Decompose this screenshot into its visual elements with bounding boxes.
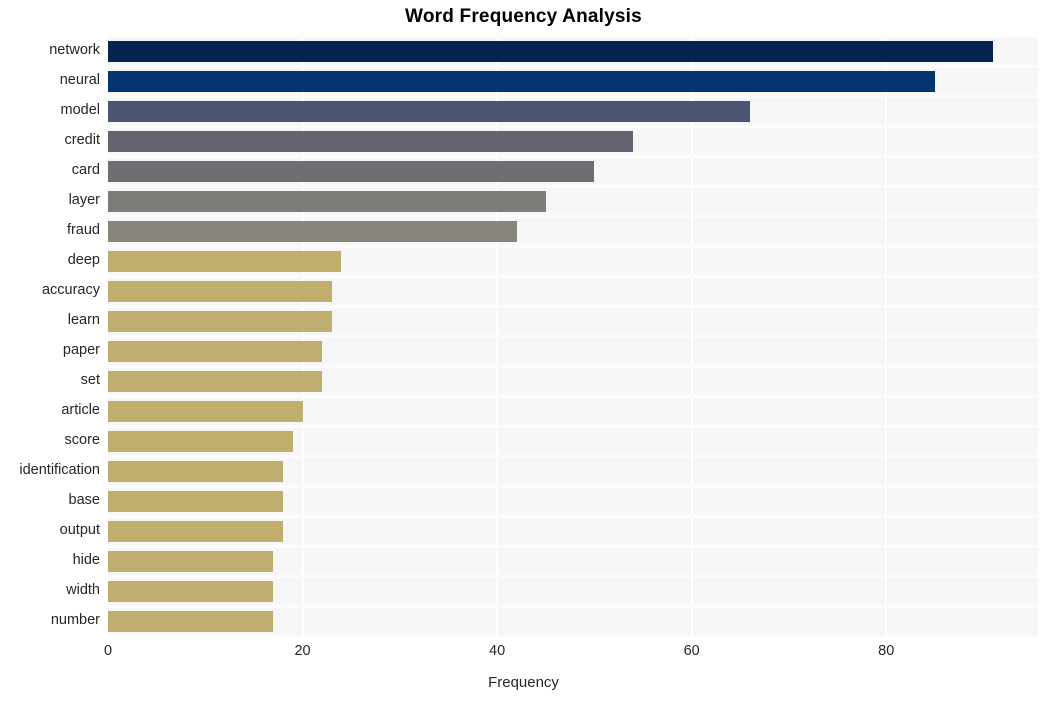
y-gridline bbox=[108, 394, 1038, 398]
y-axis-label-layer: layer bbox=[68, 192, 100, 208]
y-gridline bbox=[108, 274, 1038, 278]
y-gridline bbox=[108, 364, 1038, 368]
chart-title: Word Frequency Analysis bbox=[405, 6, 642, 27]
y-axis-label-fraud: fraud bbox=[66, 222, 100, 238]
y-gridline bbox=[108, 484, 1038, 488]
word-frequency-chart: Word Frequency Analysis network neural mod… bbox=[0, 0, 1047, 701]
y-axis-label-credit: credit bbox=[64, 132, 100, 148]
y-gridline bbox=[108, 334, 1038, 338]
y-axis-label-number: number bbox=[50, 612, 100, 628]
x-axis-tick-0: 0 bbox=[103, 643, 113, 659]
y-gridline bbox=[108, 124, 1038, 128]
bar bbox=[108, 460, 284, 482]
bar bbox=[108, 490, 284, 512]
y-gridline bbox=[108, 634, 1038, 636]
y-gridline bbox=[108, 514, 1038, 518]
bar bbox=[108, 280, 332, 302]
x-axis-tick-labels: 0 20 40 60 80 bbox=[0, 643, 1047, 667]
y-axis-labels: network neural model credit card layer fraud de… bbox=[0, 36, 100, 636]
y-gridline bbox=[108, 544, 1038, 548]
y-gridline bbox=[108, 154, 1038, 158]
bar bbox=[108, 340, 323, 362]
x-axis-title: Frequency bbox=[488, 674, 559, 691]
y-axis-label-score: score bbox=[64, 432, 100, 448]
bar bbox=[108, 100, 751, 122]
bar bbox=[108, 310, 332, 332]
bar bbox=[108, 220, 517, 242]
y-axis-label-hide: hide bbox=[72, 552, 100, 568]
y-gridline bbox=[108, 36, 1038, 38]
y-axis-label-network: network bbox=[49, 42, 100, 58]
y-axis-label-model: model bbox=[60, 102, 101, 118]
y-axis-label-width: width bbox=[66, 582, 100, 598]
y-gridline bbox=[108, 64, 1038, 68]
bar bbox=[108, 550, 274, 572]
y-axis-label-accuracy: accuracy bbox=[41, 282, 100, 298]
y-axis-label-base: base bbox=[68, 492, 100, 508]
y-gridline bbox=[108, 184, 1038, 188]
y-axis-label-card: card bbox=[71, 162, 100, 178]
y-gridline bbox=[108, 604, 1038, 608]
x-axis-tick-80: 80 bbox=[878, 643, 895, 659]
x-axis-tick-40: 40 bbox=[489, 643, 506, 659]
bar bbox=[108, 580, 274, 602]
y-axis-label-paper: paper bbox=[62, 342, 100, 358]
bar bbox=[108, 70, 935, 92]
bar bbox=[108, 40, 994, 62]
bar bbox=[108, 400, 303, 422]
y-gridline bbox=[108, 574, 1038, 578]
bar bbox=[108, 520, 284, 542]
y-axis-label-output: output bbox=[59, 522, 100, 538]
y-gridline bbox=[108, 244, 1038, 248]
y-axis-label-set: set bbox=[80, 372, 100, 388]
y-axis-label-deep: deep bbox=[67, 252, 100, 268]
plot-area bbox=[108, 36, 1038, 636]
bar bbox=[108, 610, 274, 632]
bar bbox=[108, 250, 342, 272]
bar bbox=[108, 130, 634, 152]
y-axis-label-identification: identification bbox=[19, 462, 100, 478]
x-axis-tick-20: 20 bbox=[294, 643, 311, 659]
y-gridline bbox=[108, 94, 1038, 98]
y-axis-label-neural: neural bbox=[59, 72, 100, 88]
y-axis-label-learn: learn bbox=[67, 312, 100, 328]
bar bbox=[108, 370, 323, 392]
bar bbox=[108, 190, 546, 212]
x-axis-tick-60: 60 bbox=[683, 643, 700, 659]
y-gridline bbox=[108, 424, 1038, 428]
y-axis-label-article: article bbox=[61, 402, 100, 418]
bar bbox=[108, 160, 595, 182]
y-gridline bbox=[108, 304, 1038, 308]
y-gridline bbox=[108, 454, 1038, 458]
bar bbox=[108, 430, 293, 452]
y-gridline bbox=[108, 214, 1038, 218]
